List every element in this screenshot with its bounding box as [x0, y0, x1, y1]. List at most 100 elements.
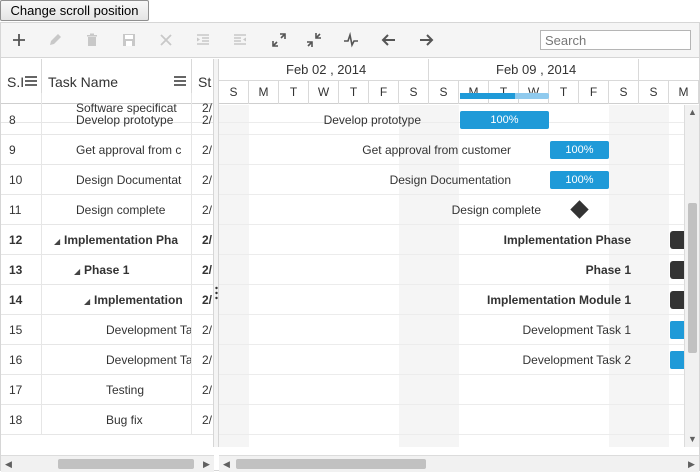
scroll-right-icon[interactable]: ▶: [684, 457, 699, 472]
task-bar[interactable]: 100%: [550, 171, 609, 189]
outdent-icon[interactable]: [230, 30, 250, 50]
table-row[interactable]: 12 ◢ Implementation Pha 2/: [1, 225, 213, 255]
expand-collapse-icon[interactable]: ◢: [84, 287, 94, 315]
row-start-date: 2/: [192, 105, 213, 135]
table-row[interactable]: 8 Develop prototype 2/: [1, 105, 213, 135]
expand-all-icon[interactable]: [269, 30, 289, 50]
change-scroll-position-button[interactable]: Change scroll position: [0, 0, 149, 21]
table-row[interactable]: 13 ◢ Phase 1 2/: [1, 255, 213, 285]
row-task-name: Bug fix: [42, 405, 192, 435]
chart-row: Design complete: [219, 195, 699, 225]
table-row[interactable]: 14 ◢ Implementation 2/: [1, 285, 213, 315]
task-name-text: Design complete: [76, 203, 166, 217]
table-row[interactable]: 18 Bug fix 2/: [1, 405, 213, 435]
row-start-date: 2/: [192, 375, 213, 405]
row-task-name: Testing: [42, 375, 192, 405]
task-label: Develop prototype: [323, 113, 421, 127]
task-bar[interactable]: 100%: [550, 141, 609, 159]
task-name-text: Development Ta: [106, 323, 192, 337]
task-name-text: Testing: [106, 383, 145, 397]
table-row[interactable]: 9 Get approval from c 2/: [1, 135, 213, 165]
milestone-diamond[interactable]: [570, 200, 589, 219]
chart-row: Develop prototype 100%: [219, 105, 699, 135]
delete-icon[interactable]: [82, 30, 102, 50]
indent-icon[interactable]: [193, 30, 213, 50]
task-bar-partial-remaining[interactable]: [515, 93, 549, 99]
task-label: Design Documentation: [389, 173, 511, 187]
row-task-name: Design complete: [42, 195, 192, 225]
task-name-text: Development Ta: [106, 353, 192, 367]
search-input[interactable]: [540, 30, 691, 50]
chart-vertical-scrollbar[interactable]: ▲ ▼: [684, 105, 699, 447]
scrollbar-thumb[interactable]: [58, 459, 194, 469]
chart-row: Development Task 1: [219, 315, 699, 345]
save-icon[interactable]: [119, 30, 139, 50]
row-id: 17: [1, 375, 42, 405]
chart-horizontal-scrollbar[interactable]: ◀ ▶: [219, 455, 699, 472]
task-label: Phase 1: [585, 263, 631, 277]
task-bar[interactable]: 100%: [460, 111, 549, 129]
task-name-text: Implementation: [94, 293, 183, 307]
row-task-name: ◢ Implementation Pha: [42, 225, 192, 255]
row-id: 13: [1, 255, 42, 285]
row-task-name: Develop prototype: [42, 105, 192, 135]
add-icon[interactable]: [9, 30, 29, 50]
chart-row: Implementation Phase: [219, 225, 699, 255]
chart-row: Development Task 2: [219, 345, 699, 375]
table-row[interactable]: 16 Development Ta 2/: [1, 345, 213, 375]
cancel-icon[interactable]: [156, 30, 176, 50]
scroll-down-icon[interactable]: ▼: [685, 432, 700, 447]
collapse-all-icon[interactable]: [304, 30, 324, 50]
table-row[interactable]: 17 Testing 2/: [1, 375, 213, 405]
table-row[interactable]: 15 Development Ta 2/: [1, 315, 213, 345]
task-name-text: Phase 1: [84, 263, 130, 277]
task-label: Development Task 1: [522, 323, 631, 337]
task-label: Implementation Phase: [503, 233, 631, 247]
critical-path-icon[interactable]: [341, 30, 361, 50]
row-task-name: ◢ Phase 1: [42, 255, 192, 285]
row-id: 12: [1, 225, 42, 255]
chart-row: Implementation Module 1: [219, 285, 699, 315]
splitter-handle-icon[interactable]: [215, 286, 218, 300]
row-task-name: ◢ Implementation: [42, 285, 192, 315]
scrollbar-thumb[interactable]: [236, 459, 426, 469]
task-label: Implementation Module 1: [486, 293, 631, 307]
task-name-text: Design Documentat: [76, 173, 182, 187]
row-id: 10: [1, 165, 42, 195]
task-bar-partial[interactable]: [460, 93, 515, 99]
scroll-left-icon[interactable]: ◀: [1, 457, 16, 472]
row-id: 16: [1, 345, 42, 375]
column-menu-icon[interactable]: [24, 74, 38, 88]
next-timespan-icon[interactable]: [416, 30, 436, 50]
task-label: Design complete: [451, 203, 541, 217]
scroll-right-icon[interactable]: ▶: [199, 457, 214, 472]
row-start-date: 2/: [192, 345, 213, 375]
timeline-week: Feb 09 , 2014: [429, 59, 639, 81]
row-id: 8: [1, 105, 42, 135]
task-grid: S.I Task Name St Software specificat 2/ …: [1, 59, 214, 447]
expand-collapse-icon[interactable]: ◢: [74, 257, 84, 285]
scroll-left-icon[interactable]: ◀: [219, 457, 234, 472]
grid-horizontal-scrollbar[interactable]: ◀ ▶: [1, 455, 214, 472]
chart-row: Get approval from customer 100%: [219, 135, 699, 165]
scrollbar-thumb[interactable]: [688, 203, 697, 353]
table-row[interactable]: 10 Design Documentat 2/: [1, 165, 213, 195]
row-task-name: Development Ta: [42, 315, 192, 345]
chart-row: Design Documentation 100%: [219, 165, 699, 195]
row-id: 18: [1, 405, 42, 435]
task-name-text: Bug fix: [106, 413, 143, 427]
row-task-name: Development Ta: [42, 345, 192, 375]
scroll-up-icon[interactable]: ▲: [685, 105, 700, 120]
edit-icon[interactable]: [45, 30, 65, 50]
chart-row: Phase 1: [219, 255, 699, 285]
row-start-date: 2/: [192, 285, 213, 315]
row-start-date: 2/: [192, 135, 213, 165]
column-menu-icon[interactable]: [173, 74, 187, 88]
row-start-date: 2/: [192, 225, 213, 255]
prev-timespan-icon[interactable]: [379, 30, 399, 50]
expand-collapse-icon[interactable]: ◢: [54, 227, 64, 255]
table-row[interactable]: 11 Design complete 2/: [1, 195, 213, 225]
task-name-text: Implementation Pha: [64, 233, 179, 247]
timeline-week: [639, 59, 699, 81]
row-start-date: 2/: [192, 255, 213, 285]
